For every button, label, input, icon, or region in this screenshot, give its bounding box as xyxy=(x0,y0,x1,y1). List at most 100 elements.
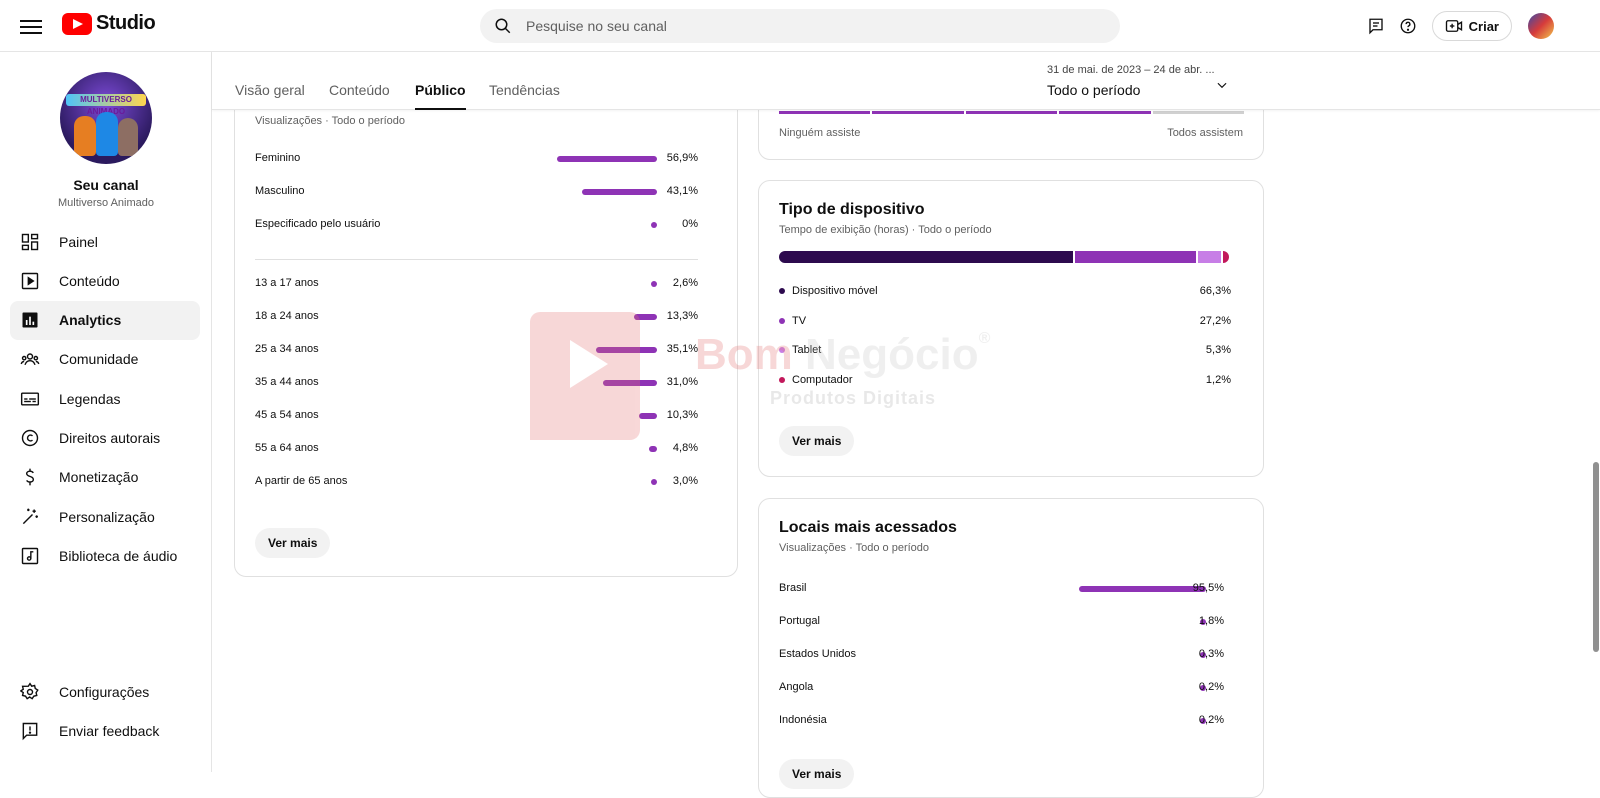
row-label: A partir de 65 anos xyxy=(255,475,348,487)
logo-text: Studio xyxy=(96,12,156,34)
device-type-card: Tipo de dispositivo Tempo de exibição (h… xyxy=(758,180,1264,477)
sidebar-item-label: Monetização xyxy=(59,469,139,486)
legend-label: Dispositivo móvel xyxy=(792,285,878,297)
sidebar-item-comunidade[interactable]: Comunidade xyxy=(10,340,200,379)
watch-left-label: Ninguém assiste xyxy=(779,127,861,139)
feedback-icon xyxy=(22,722,38,741)
sidebar-item-label: Enviar feedback xyxy=(59,722,160,739)
menu-icon[interactable] xyxy=(20,16,42,36)
demographics-card: Visualizações · Todo o período Feminino 5… xyxy=(234,60,738,577)
demographics-see-more-button[interactable]: Ver mais xyxy=(255,528,331,558)
locations-subtitle: Visualizações · Todo o período xyxy=(779,542,930,554)
studio-logo[interactable]: Studio xyxy=(62,12,156,35)
analytics-icon xyxy=(22,312,38,328)
customization-icon xyxy=(22,508,38,524)
messages-icon[interactable] xyxy=(1360,10,1392,42)
sidebar-item-biblioteca-audio[interactable]: Biblioteca de áudio xyxy=(10,536,200,575)
tab-conteudo[interactable]: Conteúdo xyxy=(329,82,390,110)
list-item: Portugal 1,8% xyxy=(779,615,1224,629)
row-value: 2,6% xyxy=(672,277,698,289)
row-value: 0% xyxy=(682,218,698,230)
tab-tendencias[interactable]: Tendências xyxy=(489,82,560,110)
row-value: 43,1% xyxy=(666,185,698,197)
community-icon xyxy=(20,353,40,366)
sidebar-item-painel[interactable]: Painel xyxy=(10,222,200,261)
row-label: 25 a 34 anos xyxy=(255,343,319,355)
sidebar-item-label: Personalização xyxy=(59,508,155,525)
sidebar-item-label: Legendas xyxy=(59,390,121,407)
list-item: 55 a 64 anos 4,8% xyxy=(255,442,698,456)
list-item: Estados Unidos 0,3% xyxy=(779,648,1224,662)
row-label: Brasil xyxy=(779,582,807,594)
legend-dot xyxy=(779,347,785,353)
page-scrollbar[interactable] xyxy=(1592,52,1600,772)
create-button[interactable]: Criar xyxy=(1431,11,1512,41)
date-range-picker[interactable]: 31 de mai. de 2023 – 24 de abr. ... Todo… xyxy=(1047,64,1247,98)
legend-item: Tablet 5,3% xyxy=(779,344,1231,358)
row-value: 1,8% xyxy=(1198,615,1224,627)
channel-avatar[interactable]: MULTIVERSO ANIMADO xyxy=(60,72,152,164)
sidebar-item-label: Direitos autorais xyxy=(59,429,161,446)
list-item: Feminino 56,9% xyxy=(255,152,698,166)
sidebar-item-conteudo[interactable]: Conteúdo xyxy=(10,261,200,300)
list-item: 18 a 24 anos 13,3% xyxy=(255,310,698,324)
subtitles-icon xyxy=(20,392,40,406)
account-avatar[interactable] xyxy=(1528,13,1554,39)
search-input[interactable] xyxy=(526,18,1086,34)
list-item: Brasil 95,5% xyxy=(779,582,1224,596)
row-label: Feminino xyxy=(255,152,301,164)
tab-publico[interactable]: Público xyxy=(415,82,466,110)
scrollbar-thumb[interactable] xyxy=(1593,462,1599,652)
legend-dot xyxy=(779,288,785,294)
legend-value: 1,2% xyxy=(1205,373,1231,386)
search-bar[interactable] xyxy=(480,9,1120,43)
sidebar-item-personalizacao[interactable]: Personalização xyxy=(10,497,200,536)
sidebar-item-label: Comunidade xyxy=(59,351,139,368)
sidebar-item-legendas[interactable]: Legendas xyxy=(10,379,200,418)
row-label: 45 a 54 anos xyxy=(255,409,319,421)
legend-item: TV 27,2% xyxy=(779,315,1231,329)
create-video-icon xyxy=(1445,20,1462,32)
top-bar: Studio Criar xyxy=(0,0,1600,52)
row-value: 95,5% xyxy=(1192,582,1224,594)
settings-icon xyxy=(20,681,39,700)
row-label: Indonésia xyxy=(779,714,827,726)
legend-label: Tablet xyxy=(792,344,822,356)
legend-item: Dispositivo móvel 66,3% xyxy=(779,285,1231,299)
list-item: Especificado pelo usuário 0% xyxy=(255,218,698,232)
sidebar-item-analytics[interactable]: Analytics xyxy=(10,300,200,340)
list-item: 45 a 54 anos 10,3% xyxy=(255,409,698,423)
sidebar-item-label: Configurações xyxy=(59,683,150,700)
locations-title: Locais mais acessados xyxy=(779,519,957,536)
list-item: 13 a 17 anos 2,6% xyxy=(255,277,698,291)
sidebar-item-enviar-feedback[interactable]: Enviar feedback xyxy=(10,711,200,750)
sidebar-item-configuracoes[interactable]: Configurações xyxy=(10,672,200,711)
search-icon xyxy=(495,18,511,34)
tab-visao-geral[interactable]: Visão geral xyxy=(235,82,305,110)
channel-name: Multiverso Animado xyxy=(58,197,154,209)
device-stacked-bar xyxy=(779,251,1231,263)
legend-value: 27,2% xyxy=(1199,314,1231,327)
sidebar-item-direitos-autorais[interactable]: Direitos autorais xyxy=(10,418,200,457)
legend-value: 66,3% xyxy=(1199,285,1231,297)
row-value: 4,8% xyxy=(672,442,698,454)
sidebar-item-label: Biblioteca de áudio xyxy=(59,547,178,564)
sidebar-bottom-nav: Configurações Enviar feedback xyxy=(10,672,200,751)
help-icon[interactable] xyxy=(1392,10,1424,42)
row-label: 13 a 17 anos xyxy=(255,277,319,289)
watch-right-label: Todos assistem xyxy=(1167,127,1243,139)
row-value: 35,1% xyxy=(666,343,698,355)
legend-label: Computador xyxy=(792,373,853,386)
row-value: 10,3% xyxy=(666,409,698,421)
legend-label: TV xyxy=(792,314,807,327)
channel-title: Seu canal xyxy=(73,177,139,193)
row-label: 55 a 64 anos xyxy=(255,442,319,454)
sidebar-item-label: Conteúdo xyxy=(59,272,120,289)
device-see-more-button[interactable]: Ver mais xyxy=(779,426,855,456)
create-label: Criar xyxy=(1468,18,1499,34)
row-value: 31,0% xyxy=(666,376,698,388)
list-item: 25 a 34 anos 35,1% xyxy=(255,343,698,357)
locations-see-more-button[interactable]: Ver mais xyxy=(779,759,855,789)
list-item: A partir de 65 anos 3,0% xyxy=(255,475,698,489)
sidebar-item-monetizacao[interactable]: Monetização xyxy=(10,458,200,497)
